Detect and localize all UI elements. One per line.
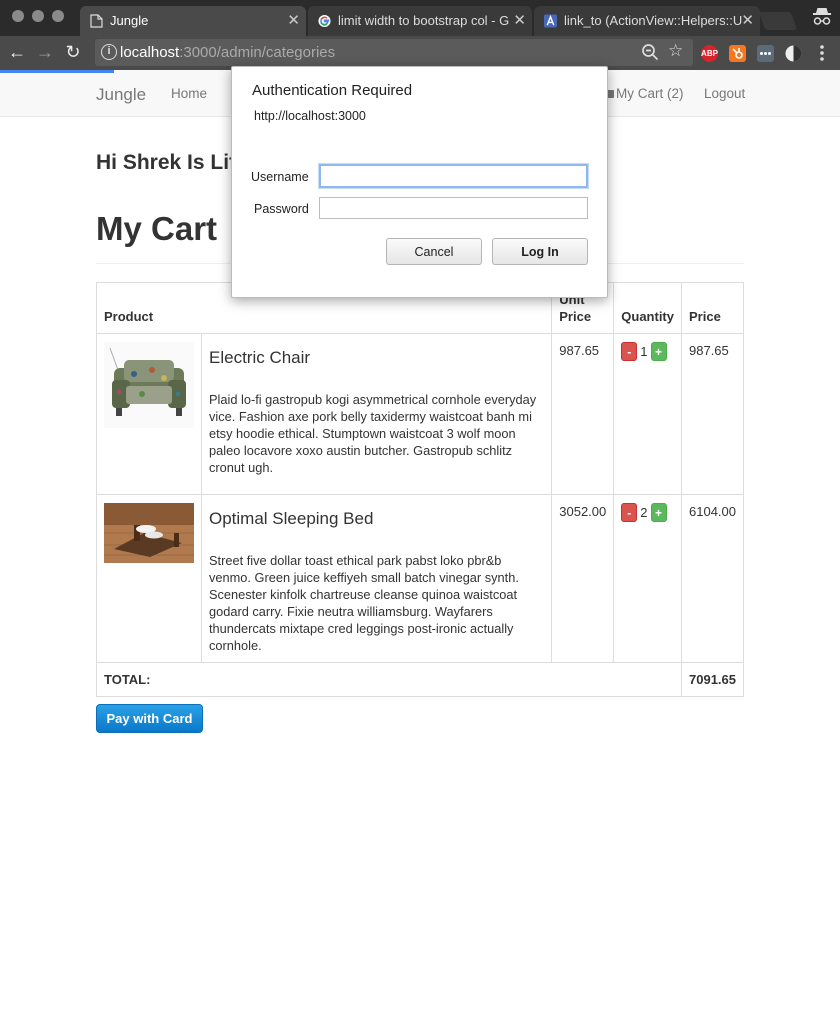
electric-chair-image xyxy=(104,342,194,428)
incognito-icon xyxy=(813,8,831,25)
window-minimize-button[interactable] xyxy=(32,10,44,22)
forward-arrow-icon[interactable]: → xyxy=(34,41,56,63)
product-description: Street five dollar toast ethical park pa… xyxy=(209,553,519,653)
cart-table: Product Unit Price Quantity Price Electr… xyxy=(95,282,744,697)
close-icon[interactable]: ✕ xyxy=(287,11,300,29)
sleeping-bed-image xyxy=(104,503,194,563)
rails-api-icon xyxy=(544,14,557,28)
increase-quantity-button[interactable]: + xyxy=(650,342,667,362)
reload-icon[interactable]: ↻ xyxy=(62,41,84,63)
info-icon[interactable]: i xyxy=(101,44,117,60)
username-label: Username xyxy=(251,170,309,184)
pay-with-card-button[interactable]: Pay with Card xyxy=(96,704,203,733)
browser-menu-icon[interactable] xyxy=(815,43,829,63)
url-path: :3000/admin/categories xyxy=(179,44,336,61)
google-icon xyxy=(318,14,331,28)
authentication-dialog: Authentication Required http://localhost… xyxy=(231,66,608,298)
product-image-cell xyxy=(96,333,202,495)
close-icon[interactable]: ✕ xyxy=(741,11,754,29)
hubspot-icon[interactable] xyxy=(729,45,746,62)
table-row: Optimal Sleeping Bed Street five dollar … xyxy=(96,494,744,663)
password-label: Password xyxy=(254,202,309,216)
zoom-icon[interactable] xyxy=(641,43,659,61)
quantity-value: 2 xyxy=(640,505,648,521)
product-info-cell: Electric Chair Plaid lo-fi gastropub kog… xyxy=(200,333,553,495)
quantity-cell: -1 + xyxy=(613,333,682,495)
page-title: My Cart xyxy=(96,210,218,247)
window-zoom-button[interactable] xyxy=(52,10,64,22)
address-url[interactable]: localhost:3000/admin/categories xyxy=(120,44,335,61)
tab-title: limit width to bootstrap col - G xyxy=(338,13,510,28)
line-price-cell: 6104.00 xyxy=(681,494,744,663)
new-tab-button[interactable] xyxy=(758,12,798,30)
username-input[interactable] xyxy=(319,164,588,188)
total-row: TOTAL: 7091.65 xyxy=(96,662,744,697)
url-host: localhost xyxy=(120,44,180,61)
product-name[interactable]: Electric Chair xyxy=(209,349,544,366)
product-image-cell xyxy=(96,494,202,663)
total-value: 7091.65 xyxy=(681,662,744,697)
total-label: TOTAL: xyxy=(96,662,682,697)
back-arrow-icon[interactable]: ← xyxy=(6,41,28,63)
adblock-plus-icon[interactable]: ABP xyxy=(701,45,718,62)
nav-logout-link[interactable]: Logout xyxy=(704,86,745,101)
tab-google-search[interactable]: limit width to bootstrap col - G ✕ xyxy=(308,6,532,36)
brand-link[interactable]: Jungle xyxy=(96,85,146,105)
page-load-progress xyxy=(0,70,114,73)
address-bar[interactable]: i localhost:3000/admin/categories ☆ xyxy=(95,39,693,66)
increase-quantity-button[interactable]: + xyxy=(650,503,667,523)
header-price: Price xyxy=(681,282,744,334)
nav-cart-link[interactable]: My Cart (2) xyxy=(605,86,684,101)
unit-price-cell: 3052.00 xyxy=(551,494,615,663)
table-row: Electric Chair Plaid lo-fi gastropub kog… xyxy=(96,333,744,495)
header-quantity: Quantity xyxy=(613,282,682,334)
browser-toolbar: ← → ↻ i localhost:3000/admin/categories … xyxy=(0,36,840,70)
browser-tab-bar: Jungle ✕ limit width to bootstrap col - … xyxy=(0,0,840,36)
window-close-button[interactable] xyxy=(12,10,24,22)
quantity-value: 1 xyxy=(640,344,648,360)
password-input[interactable] xyxy=(319,197,588,219)
product-description: Plaid lo-fi gastropub kogi asymmetrical … xyxy=(209,392,537,475)
cancel-button[interactable]: Cancel xyxy=(386,238,482,265)
privacy-extension-icon[interactable] xyxy=(785,45,802,62)
page-icon xyxy=(90,14,103,28)
nav-cart-label: My Cart (2) xyxy=(616,86,684,101)
bookmark-star-icon[interactable]: ☆ xyxy=(668,41,683,61)
decrease-quantity-button[interactable]: - xyxy=(621,342,638,362)
tab-rails-api[interactable]: link_to (ActionView::Helpers::U ✕ xyxy=(534,6,760,36)
tab-title: Jungle xyxy=(110,13,149,28)
unit-price-cell: 987.65 xyxy=(551,333,615,495)
user-greeting: Hi Shrek Is Lif xyxy=(96,151,237,174)
product-name[interactable]: Optimal Sleeping Bed xyxy=(209,510,544,527)
extension-dots-icon[interactable] xyxy=(757,45,774,62)
dialog-title: Authentication Required xyxy=(252,82,413,99)
line-price-cell: 987.65 xyxy=(681,333,744,495)
dialog-origin: http://localhost:3000 xyxy=(254,109,366,123)
close-icon[interactable]: ✕ xyxy=(513,11,526,29)
tab-jungle[interactable]: Jungle ✕ xyxy=(80,6,306,36)
decrease-quantity-button[interactable]: - xyxy=(621,503,638,523)
nav-home-link[interactable]: Home xyxy=(171,86,207,101)
tab-title: link_to (ActionView::Helpers::U xyxy=(564,13,743,28)
product-info-cell: Optimal Sleeping Bed Street five dollar … xyxy=(200,494,553,663)
quantity-cell: -2 + xyxy=(613,494,682,663)
log-in-button[interactable]: Log In xyxy=(492,238,588,265)
